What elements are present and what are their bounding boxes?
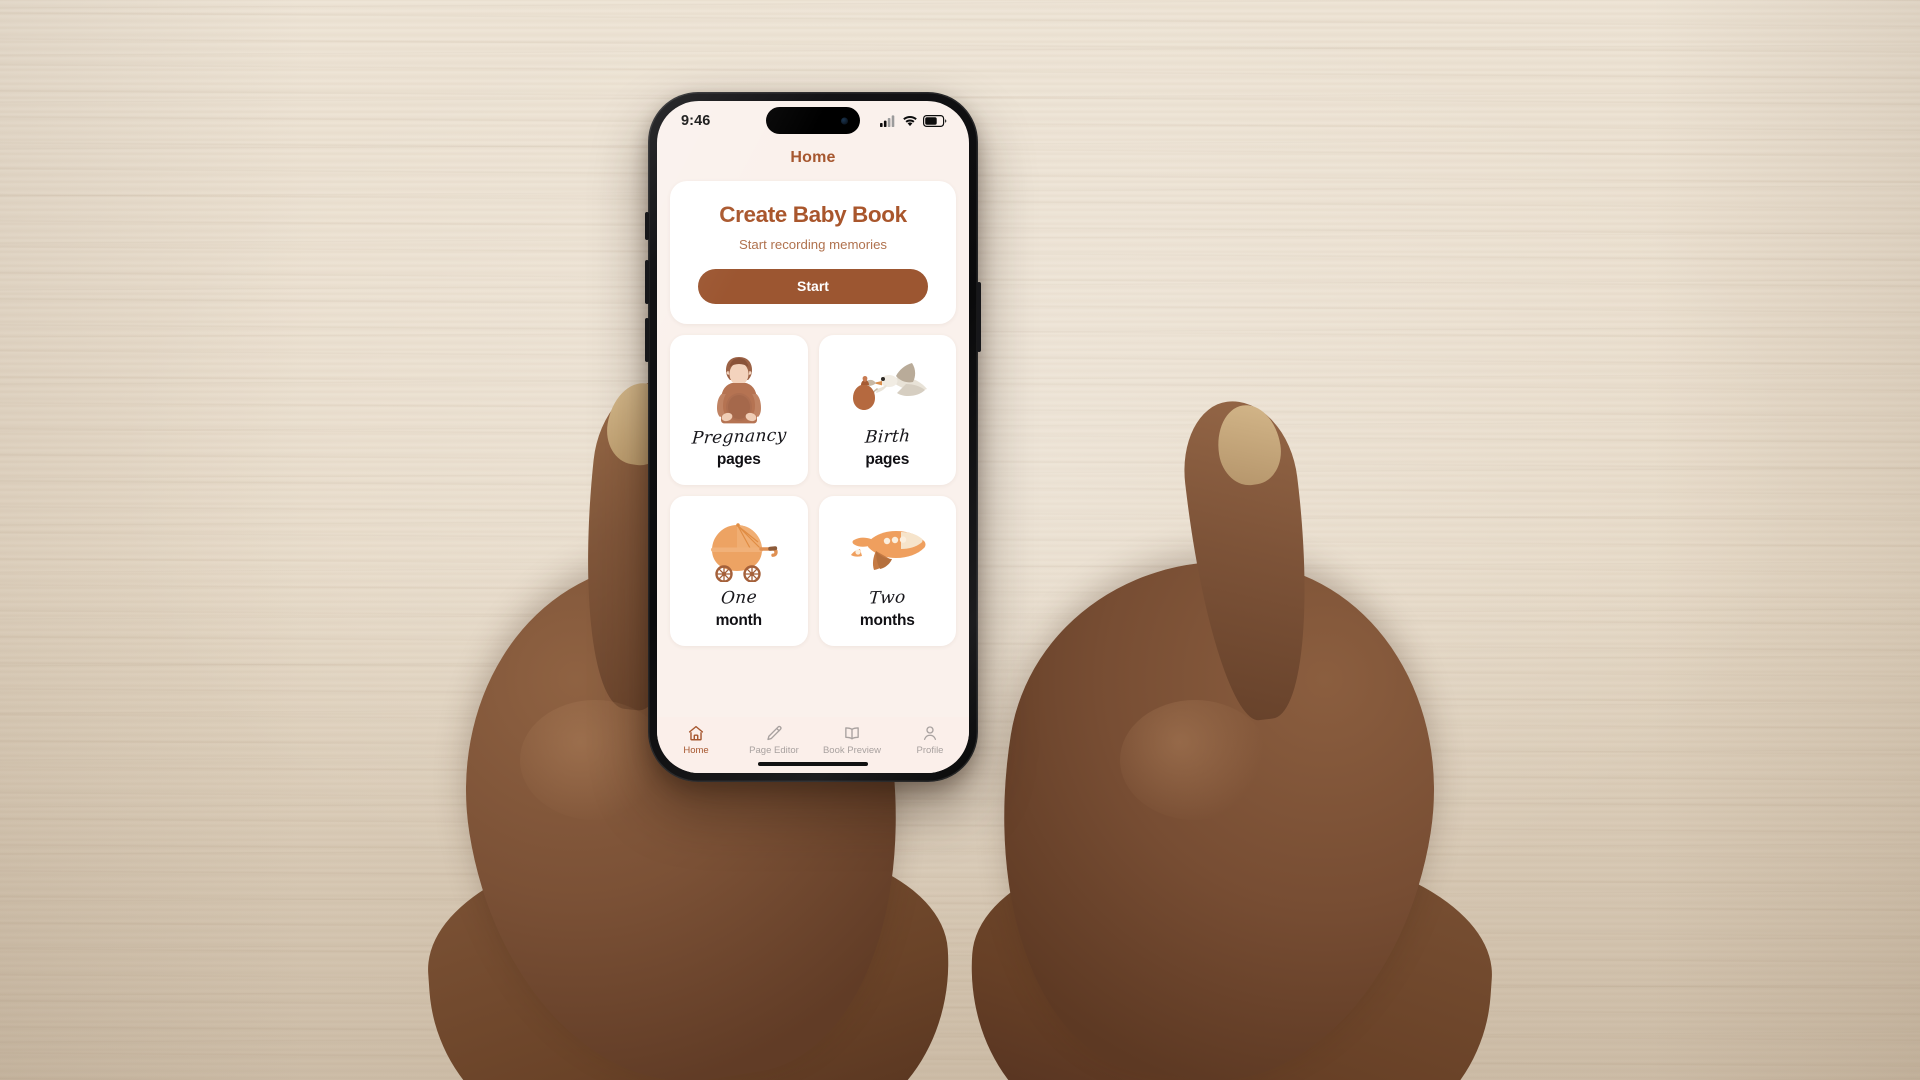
right-knuckle-highlight [1120,700,1270,820]
home-indicator[interactable] [758,761,868,766]
nav-label-page-editor: Page Editor [749,745,799,756]
stork-with-bundle-illustration [844,351,930,425]
front-camera-icon [841,117,848,124]
baby-pram-illustration [700,512,778,586]
nav-label-book-preview: Book Preview [822,745,882,756]
dynamic-island [766,107,860,134]
tile-pregnancy-pages[interactable]: Pregnancy pages [670,334,808,485]
nav-item-home[interactable]: Home [660,724,732,756]
phone-screen: 9:46 Home Create Baby Book Start recordi… [657,101,969,773]
home-icon [688,725,704,741]
tile-bold-label: pages [716,450,761,468]
pregnant-woman-illustration [708,351,770,425]
volume-up-button[interactable] [645,260,649,304]
tile-one-month[interactable]: One month [670,495,808,646]
wifi-icon [903,116,917,127]
tile-bold-label: pages [865,450,910,468]
tile-two-months[interactable]: Two months [818,495,956,646]
volume-down-button[interactable] [645,318,649,362]
hero-subtitle: Start recording memories [738,236,888,252]
tile-script-label: Pregnancy [690,425,787,449]
create-baby-book-card: Create Baby Book Start recording memorie… [670,181,956,324]
nav-item-book-preview[interactable]: Book Preview [816,724,888,756]
status-bar: 9:46 [657,101,969,141]
tile-bold-label: month [715,611,763,629]
status-bar-time: 9:46 [681,113,711,129]
toy-airplane-illustration [846,512,928,586]
tile-birth-pages[interactable]: Birth pages [818,334,956,485]
phone-device: 9:46 Home Create Baby Book Start recordi… [645,92,981,782]
app-header: Home [657,141,969,175]
cellular-bars-icon [880,115,895,127]
tile-script-label: One [720,587,758,609]
nav-label-profile: Profile [916,745,944,756]
power-button[interactable] [977,282,981,352]
battery-icon [923,115,947,127]
tile-bold-label: months [859,611,915,629]
open-book-icon [845,727,859,740]
hero-title: Create Baby Book [719,202,907,227]
nav-item-profile[interactable]: Profile [894,724,966,756]
home-scroll-content[interactable]: Create Baby Book Start recording memorie… [657,175,969,717]
tile-script-label: Birth [863,425,911,448]
start-button[interactable]: Start [698,268,928,304]
pencil-icon [767,725,782,741]
status-bar-indicators [880,115,947,127]
nav-item-page-editor[interactable]: Page Editor [738,724,810,756]
mute-switch[interactable] [645,212,649,240]
page-title: Home [790,149,836,166]
person-icon [923,726,937,740]
page-category-grid: Pregnancy pages Birth pages One month Tw… [670,334,956,717]
nav-label-home: Home [683,745,709,756]
tile-script-label: Two [868,587,907,609]
